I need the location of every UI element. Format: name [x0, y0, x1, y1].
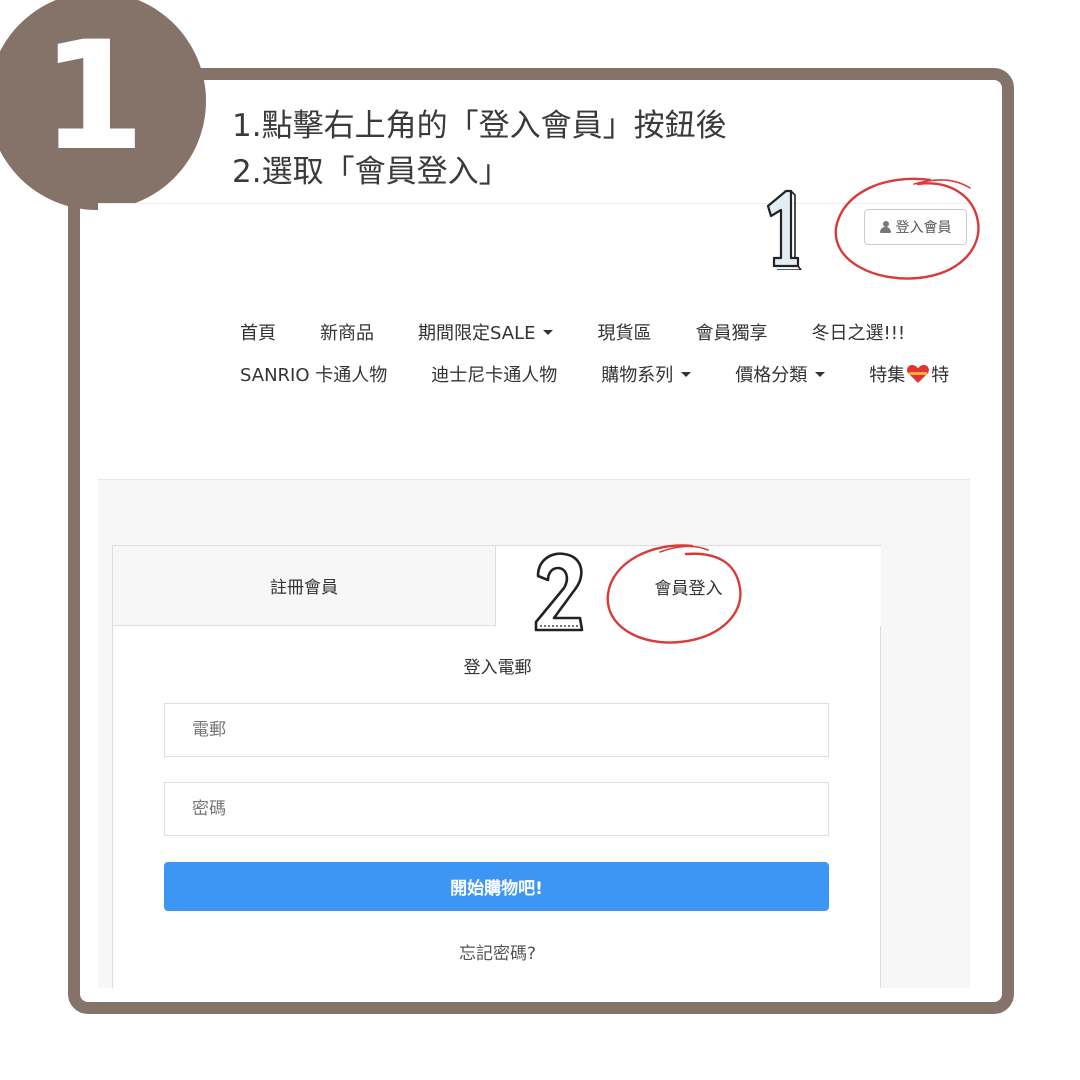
user-icon	[879, 221, 891, 233]
main-nav-row-1: 首頁 新商品 期間限定SALE 現貨區 會員獨享 冬日之選!!!	[240, 319, 949, 345]
website-screenshot: 登入會員 首頁 新商品 期間限定SALE 現貨區 會員獨享 冬日之選!!! SA…	[98, 203, 970, 988]
nav-item-member-exclusive[interactable]: 會員獨享	[695, 319, 767, 345]
step-badge: 1	[0, 0, 206, 210]
heart-icon	[906, 364, 930, 384]
nav-item-disney[interactable]: 迪士尼卡通人物	[431, 361, 557, 387]
login-member-button-label: 登入會員	[895, 220, 952, 236]
nav-item-special-feature-label: 特集	[869, 365, 906, 386]
nav-item-home[interactable]: 首頁	[240, 319, 276, 345]
nav-item-winter-picks[interactable]: 冬日之選!!!	[811, 319, 905, 345]
header-divider	[98, 203, 970, 204]
nav-item-limited-sale[interactable]: 期間限定SALE	[418, 319, 554, 345]
step-number: 1	[40, 10, 146, 184]
login-member-button[interactable]: 登入會員	[864, 209, 967, 245]
nav-item-special-feature[interactable]: 特集 特	[869, 361, 949, 387]
instruction-line-1: 1.點擊右上角的「登入會員」按鈕後	[232, 108, 727, 144]
nav-item-new-products[interactable]: 新商品	[320, 319, 374, 345]
login-form-heading: 登入電郵	[463, 658, 532, 678]
nav-item-shopping-series-label: 購物系列	[601, 365, 674, 386]
email-field[interactable]	[164, 703, 829, 757]
nav-item-price-category[interactable]: 價格分類	[735, 361, 826, 387]
forgot-password-link[interactable]: 忘記密碼?	[113, 939, 882, 964]
start-shopping-button[interactable]: 開始購物吧!	[164, 862, 829, 911]
main-nav-row-2: SANRIO 卡通人物 迪士尼卡通人物 購物系列 價格分類 特集 特	[240, 361, 970, 387]
nav-item-limited-sale-label: 期間限定SALE	[418, 323, 536, 344]
nav-item-special-feature-tail: 特	[931, 365, 950, 386]
nav-item-shopping-series[interactable]: 購物系列	[601, 361, 692, 387]
caret-down-icon	[681, 371, 692, 377]
member-panel: 註冊會員 會員登入 登入電郵 開始購物吧! 忘記密碼?	[112, 545, 881, 988]
password-field[interactable]	[164, 782, 829, 836]
instructions: 1.點擊右上角的「登入會員」按鈕後 2.選取「會員登入」	[232, 103, 727, 195]
tab-register[interactable]: 註冊會員	[113, 546, 496, 626]
caret-down-icon	[543, 329, 554, 335]
instruction-line-2: 2.選取「會員登入」	[232, 154, 510, 190]
nav-item-price-category-label: 價格分類	[735, 365, 808, 386]
nav-item-sanrio[interactable]: SANRIO 卡通人物	[240, 361, 387, 387]
nav-item-in-stock[interactable]: 現貨區	[597, 319, 651, 345]
tab-member-login[interactable]: 會員登入	[496, 546, 881, 626]
member-section: 註冊會員 會員登入 登入電郵 開始購物吧! 忘記密碼?	[98, 479, 970, 988]
caret-down-icon	[815, 371, 826, 377]
